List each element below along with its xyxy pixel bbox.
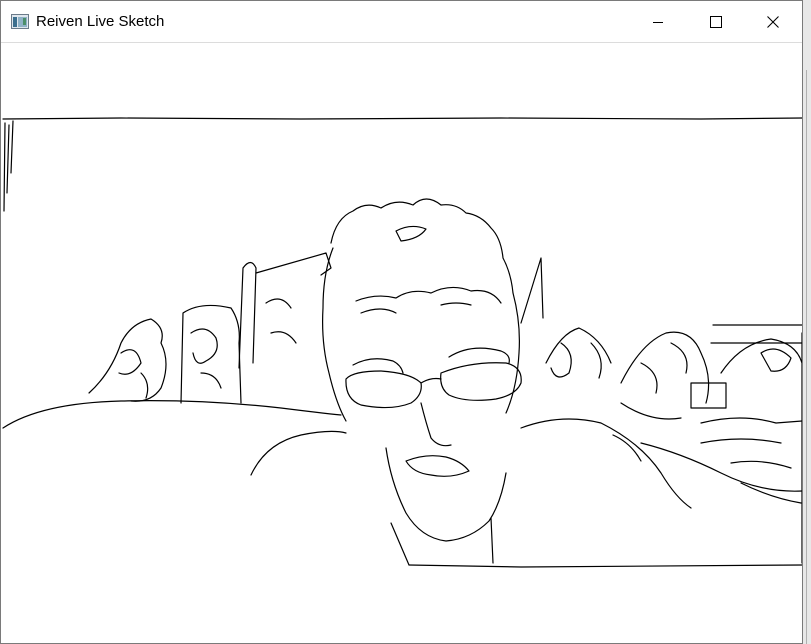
desktop-background-strip (803, 0, 811, 644)
maximize-button[interactable] (687, 1, 745, 42)
app-window-icon (11, 14, 29, 29)
title-bar[interactable]: Reiven Live Sketch (1, 1, 802, 43)
minimize-icon (653, 21, 663, 23)
close-button[interactable] (744, 1, 802, 42)
sketch-canvas (1, 43, 802, 643)
close-icon (767, 15, 779, 28)
sketch-image (2, 117, 802, 568)
app-window: Reiven Live Sketch (0, 0, 803, 644)
maximize-icon (710, 15, 722, 28)
window-title: Reiven Live Sketch (36, 13, 165, 30)
minimize-button[interactable] (629, 1, 687, 42)
